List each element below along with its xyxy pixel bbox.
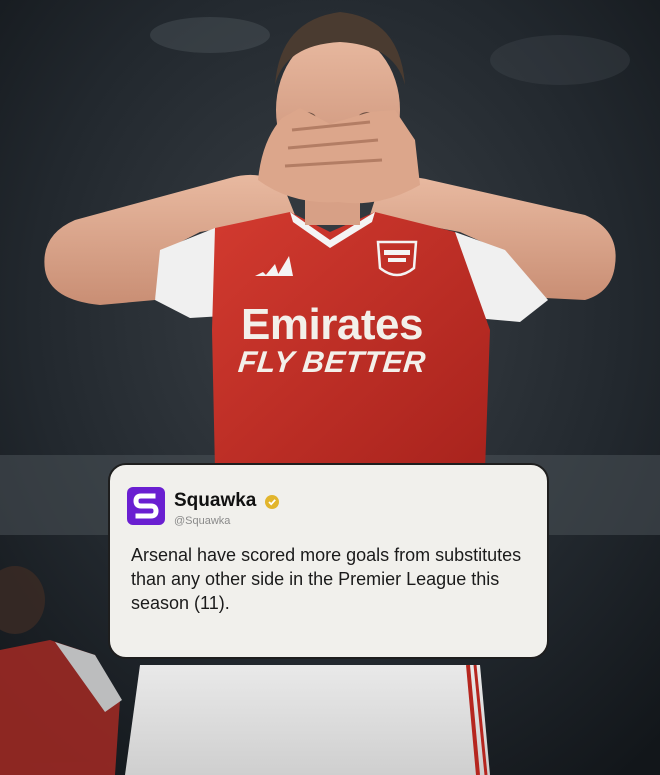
shirt-sponsor-main: Emirates (241, 300, 423, 349)
arsenal-crest-icon (374, 238, 420, 282)
hands (258, 108, 420, 204)
shorts (125, 665, 490, 775)
verified-badge-icon (265, 495, 279, 509)
account-name: Squawka (174, 490, 257, 511)
account-handle: @Squawka (174, 515, 231, 527)
squawka-logo-icon (127, 487, 165, 525)
adidas-logo-icon (251, 252, 295, 278)
shirt-sponsor-sub: FLY BETTER (236, 346, 428, 379)
tweet-text: Arsenal have scored more goals from subs… (131, 545, 522, 613)
tweet-card: Squawka @Squawka Arsenal have scored mor… (108, 463, 549, 659)
